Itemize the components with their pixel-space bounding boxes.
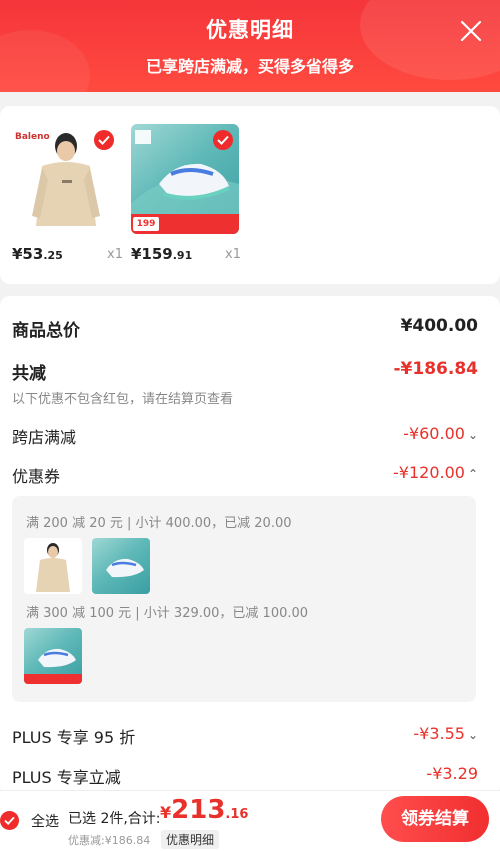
chevron-down-icon: ⌄ bbox=[467, 728, 478, 742]
discount-value: -¥186.84 bbox=[393, 359, 479, 379]
coupon-product-thumb bbox=[24, 628, 82, 684]
check-icon bbox=[98, 135, 110, 145]
plus-discount-row[interactable]: PLUS 专享 95 折 -¥3.55 ⌄ bbox=[12, 724, 478, 748]
coupon-label: 优惠券 bbox=[12, 467, 61, 486]
total-price-value: ¥400.00 bbox=[400, 316, 478, 336]
select-all-checkbox[interactable] bbox=[0, 811, 19, 830]
cross-store-value: -¥60.00 bbox=[403, 424, 465, 443]
product-qty: x1 bbox=[225, 247, 241, 262]
cross-store-row[interactable]: 跨店满减 -¥60.00 ⌄ bbox=[12, 424, 478, 448]
coupon-rule: 满 200 减 20 元 | 小计 400.00，已减 20.00 bbox=[26, 516, 292, 531]
page-subtitle: 已享跨店满减，买得多省得多 bbox=[145, 57, 354, 76]
discount-row: 共减 -¥186.84 bbox=[12, 359, 478, 384]
check-icon bbox=[4, 816, 15, 825]
close-icon bbox=[460, 20, 482, 42]
shoe-image bbox=[106, 558, 144, 578]
selected-check[interactable] bbox=[213, 130, 233, 150]
coupon-rule: 满 300 减 100 元 | 小计 329.00，已减 100.00 bbox=[26, 606, 309, 621]
discount-detail-card: 商品总价 ¥400.00 共减 -¥186.84 以下优惠不包含红包，请在结算页… bbox=[0, 296, 500, 796]
check-icon bbox=[217, 135, 229, 145]
select-all-label[interactable]: 全选 bbox=[31, 811, 59, 831]
coupon-detail-box: 满 200 减 20 元 | 小计 400.00，已减 20.00 满 300 … bbox=[12, 496, 476, 702]
plus-discount-value: -¥3.55 bbox=[413, 724, 465, 743]
header: 优惠明细 已享跨店满减，买得多省得多 bbox=[0, 0, 500, 92]
plus-reduce-row: PLUS 专享立减 -¥3.29 bbox=[12, 764, 478, 788]
cross-store-label: 跨店满减 bbox=[12, 428, 77, 447]
products-card: Baleno ¥53.25 x1 199 ¥159.91 x1 bbox=[0, 106, 500, 284]
plus-reduce-value: -¥3.29 bbox=[426, 764, 478, 783]
total-price-row: 商品总价 ¥400.00 bbox=[12, 316, 478, 341]
product-image[interactable]: Baleno bbox=[12, 124, 120, 234]
product-price: ¥159.91 bbox=[131, 245, 193, 263]
discount-note: 以下优惠不包含红包，请在结算页查看 bbox=[12, 392, 234, 407]
coupon-value: -¥120.00 bbox=[393, 463, 465, 482]
plus-reduce-label: PLUS 专享立减 bbox=[12, 768, 121, 787]
coupon-product-thumb bbox=[92, 538, 150, 594]
plus-discount-label: PLUS 专享 95 折 bbox=[12, 728, 136, 747]
checkout-button[interactable]: 领券结算 bbox=[381, 796, 489, 842]
promo-strip: 199 bbox=[131, 214, 239, 234]
page-title: 优惠明细 bbox=[206, 18, 294, 42]
discount-label: 共减 bbox=[12, 364, 46, 384]
product-item[interactable]: 199 ¥159.91 x1 bbox=[131, 124, 241, 263]
promo-price-tag: 199 bbox=[133, 217, 159, 231]
close-button[interactable] bbox=[460, 20, 482, 42]
shoe-image bbox=[24, 648, 82, 684]
brand-logo: Baleno bbox=[15, 132, 50, 142]
saved-amount: 优惠减:¥186.84 bbox=[68, 834, 151, 847]
total-amount: ¥213.16 bbox=[160, 795, 249, 825]
chevron-up-icon: ⌃ bbox=[467, 467, 478, 481]
selected-summary: 已选 2件,合计: bbox=[68, 811, 161, 827]
product-image[interactable]: 199 bbox=[131, 124, 239, 234]
coupon-product-thumb bbox=[24, 538, 82, 594]
checkout-bar: 全选 已选 2件,合计: ¥213.16 优惠减:¥186.84 优惠明细 领券… bbox=[0, 790, 500, 851]
total-price-label: 商品总价 bbox=[12, 321, 80, 341]
product-qty: x1 bbox=[107, 247, 123, 262]
discount-detail-link[interactable]: 优惠明细 bbox=[161, 830, 220, 849]
selected-check[interactable] bbox=[94, 130, 114, 150]
sweater-person-image bbox=[36, 543, 70, 592]
product-item[interactable]: Baleno ¥53.25 x1 bbox=[12, 124, 123, 263]
product-price: ¥53.25 bbox=[12, 245, 63, 263]
coupon-row[interactable]: 优惠券 -¥120.00 ⌃ bbox=[12, 463, 478, 487]
chevron-down-icon: ⌄ bbox=[467, 428, 478, 442]
